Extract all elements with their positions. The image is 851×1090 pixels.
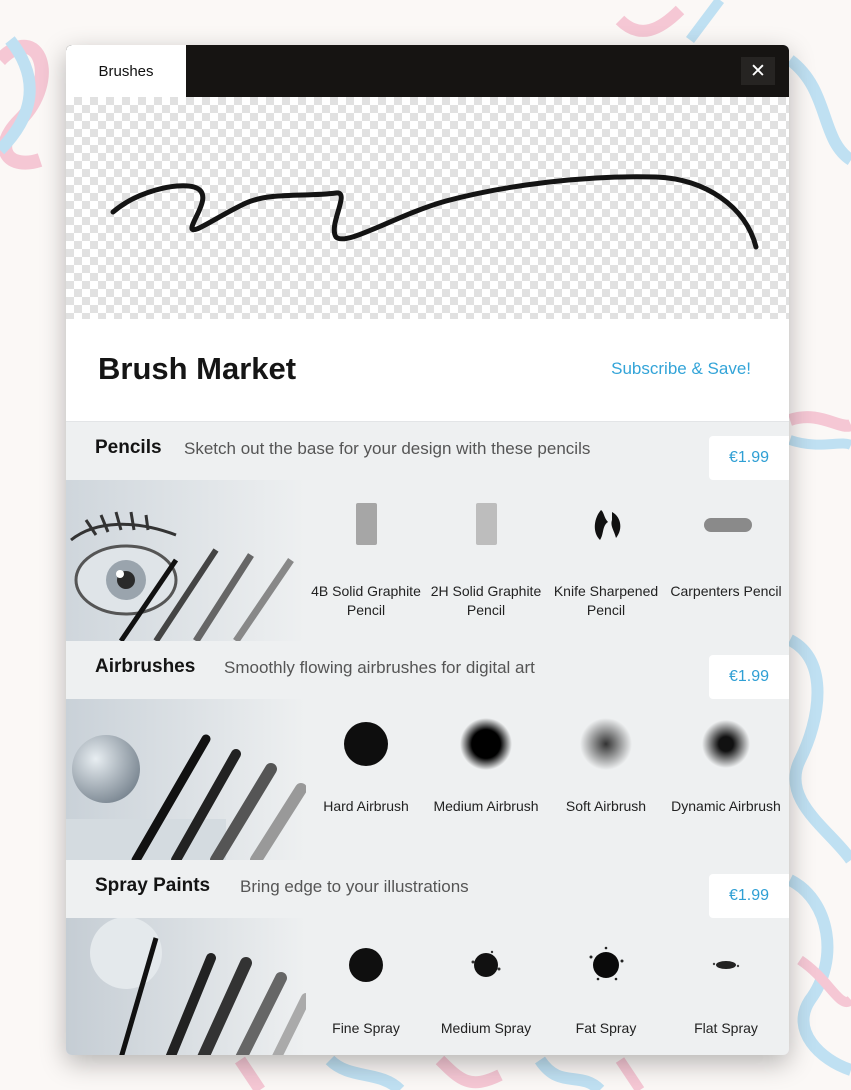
close-button[interactable]: ✕ bbox=[741, 57, 775, 85]
soft-airbrush-icon bbox=[580, 718, 632, 770]
fine-spray-icon bbox=[349, 948, 383, 982]
flat-spray-icon bbox=[712, 961, 740, 969]
section-title: Pencils bbox=[95, 437, 162, 458]
section-header: Spray Paints Bring edge to your illustra… bbox=[66, 860, 789, 900]
section-spray-paints: Spray Paints Bring edge to your illustra… bbox=[66, 860, 789, 1055]
brush-knife-sharpened-pencil[interactable]: Knife Sharpened Pencil bbox=[546, 480, 666, 641]
brush-soft-airbrush[interactable]: Soft Airbrush bbox=[546, 699, 666, 860]
section-title: Airbrushes bbox=[95, 656, 196, 677]
brush-market-dialog: Brushes ✕ Brush Market Subscribe & Save!… bbox=[66, 45, 789, 1055]
brush-stroke-preview bbox=[66, 97, 789, 319]
brush-label: Soft Airbrush bbox=[565, 798, 647, 814]
medium-spray-icon bbox=[471, 950, 501, 977]
tab-brushes[interactable]: Brushes bbox=[66, 45, 186, 97]
title-bar: Brushes ✕ bbox=[66, 45, 789, 97]
pencils-artwork-thumbnail bbox=[66, 480, 306, 641]
stroke-preview-canvas bbox=[110, 174, 759, 250]
brush-fine-spray[interactable]: Fine Spray bbox=[306, 918, 426, 1055]
section-description: Sketch out the base for your design with… bbox=[184, 439, 591, 458]
brush-label: 4B Solid Graphite Pencil bbox=[311, 583, 421, 618]
brush-dynamic-airbrush[interactable]: Dynamic Airbrush bbox=[666, 699, 786, 860]
carpenter-pencil-icon bbox=[704, 518, 752, 532]
brush-label: Carpenters Pencil bbox=[670, 583, 782, 599]
knife-pencil-icon bbox=[594, 510, 621, 540]
brush-label: Fine Spray bbox=[332, 1020, 400, 1036]
brush-label: Dynamic Airbrush bbox=[671, 798, 781, 814]
brush-hard-airbrush[interactable]: Hard Airbrush bbox=[306, 699, 426, 860]
brush-4b-solid-graphite-pencil[interactable]: 4B Solid Graphite Pencil bbox=[306, 480, 426, 641]
section-airbrushes: Airbrushes Smoothly flowing airbrushes f… bbox=[66, 641, 789, 860]
medium-airbrush-icon bbox=[460, 718, 512, 770]
brush-label: Medium Airbrush bbox=[433, 798, 539, 814]
subscribe-link[interactable]: Subscribe & Save! bbox=[611, 359, 751, 379]
brush-flat-spray[interactable]: Flat Spray bbox=[666, 918, 786, 1055]
brush-label: Medium Spray bbox=[440, 1020, 532, 1036]
brush-medium-airbrush[interactable]: Medium Airbrush bbox=[426, 699, 546, 860]
section-body: 4B Solid Graphite Pencil 2H Solid Graphi… bbox=[66, 480, 789, 641]
price-button[interactable]: €1.99 bbox=[709, 874, 789, 918]
section-header: Pencils Sketch out the base for your des… bbox=[66, 422, 789, 462]
section-title: Spray Paints bbox=[95, 875, 211, 896]
brush-label: Knife Sharpened Pencil bbox=[553, 583, 659, 618]
brush-label: 2H Solid Graphite Pencil bbox=[430, 583, 542, 618]
brush-2h-solid-graphite-pencil[interactable]: 2H Solid Graphite Pencil bbox=[426, 480, 546, 641]
spray-paints-artwork-thumbnail bbox=[66, 918, 306, 1055]
brush-medium-spray[interactable]: Medium Spray bbox=[426, 918, 546, 1055]
brush-fat-spray[interactable]: Fat Spray bbox=[546, 918, 666, 1055]
fat-spray-icon bbox=[589, 946, 624, 981]
brush-label: Fat Spray bbox=[575, 1020, 637, 1036]
section-pencils: Pencils Sketch out the base for your des… bbox=[66, 422, 789, 641]
section-body: Hard Airbrush Medium Airbrush Soft Airbr… bbox=[66, 699, 789, 860]
brush-label: Hard Airbrush bbox=[323, 798, 409, 814]
close-icon: ✕ bbox=[750, 60, 766, 82]
brush-label: Flat Spray bbox=[694, 1020, 758, 1036]
section-description: Smoothly flowing airbrushes for digital … bbox=[224, 658, 535, 677]
page-title: Brush Market bbox=[98, 351, 297, 386]
section-description: Bring edge to your illustrations bbox=[240, 877, 469, 896]
dynamic-airbrush-icon bbox=[702, 720, 750, 768]
price-button[interactable]: €1.99 bbox=[709, 436, 789, 480]
market-header: Brush Market Subscribe & Save! bbox=[66, 319, 789, 422]
brush-carpenters-pencil[interactable]: Carpenters Pencil bbox=[666, 480, 786, 641]
graphite-rect-icon bbox=[356, 503, 377, 545]
graphite-rect-light-icon bbox=[476, 503, 497, 545]
hard-airbrush-icon bbox=[344, 722, 388, 766]
airbrushes-artwork-thumbnail bbox=[66, 699, 306, 860]
section-body: Fine Spray Medium Spray Fat Spray Flat S… bbox=[66, 918, 789, 1055]
price-button[interactable]: €1.99 bbox=[709, 655, 789, 699]
section-header: Airbrushes Smoothly flowing airbrushes f… bbox=[66, 641, 789, 681]
